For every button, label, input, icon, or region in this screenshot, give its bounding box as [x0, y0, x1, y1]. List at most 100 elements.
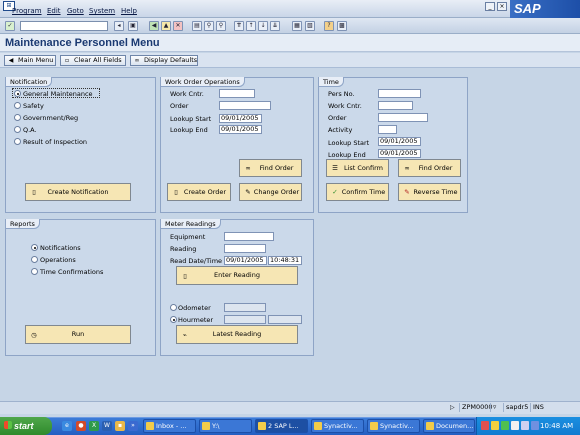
work-order-work-cntr-label: Work Cntr. — [170, 90, 204, 98]
reverse-time-label: Reverse Time — [413, 188, 458, 196]
work-order-work-cntr-field[interactable] — [219, 89, 255, 98]
save-icon[interactable]: ▣ — [128, 21, 138, 31]
task-synactive-1[interactable]: Synactiv... — [311, 419, 364, 433]
command-dropdown-icon[interactable]: ◂ — [114, 21, 124, 31]
reverse-time-button[interactable]: ✎ Reverse Time — [398, 183, 461, 201]
time-lookup-end-label: Lookup End — [328, 151, 366, 159]
time-lookup-end-field[interactable]: 09/01/2005 — [378, 149, 421, 158]
run-button[interactable]: ◷ Run — [25, 325, 131, 344]
word-icon[interactable]: W — [102, 421, 112, 431]
radio-operations[interactable] — [31, 256, 38, 263]
layout-icon[interactable]: ▩ — [337, 21, 347, 31]
task-inbox-label: Inbox - ... — [156, 422, 187, 430]
work-order-lookup-start-field[interactable]: 09/01/2005 — [219, 114, 262, 123]
label-time-confirmations: Time Confirmations — [40, 268, 104, 276]
tray-antivirus-icon[interactable] — [481, 421, 489, 430]
back-icon[interactable]: ◀ — [149, 21, 159, 31]
minimize-icon[interactable]: _ — [485, 2, 495, 11]
radio-notifications[interactable] — [31, 244, 38, 251]
work-order-lookup-end-field[interactable]: 09/01/2005 — [219, 125, 262, 134]
enter-reading-button[interactable]: ▯ Enter Reading — [176, 266, 298, 285]
menu-goto[interactable]: Goto — [67, 7, 84, 15]
label-general-maintenance: General Maintenance — [23, 90, 93, 98]
radio-odometer[interactable] — [170, 304, 177, 311]
command-field[interactable] — [20, 21, 108, 31]
print-icon[interactable]: ▤ — [192, 21, 202, 31]
reverse-icon: ✎ — [404, 188, 410, 196]
find-next-icon[interactable]: ⚲ — [216, 21, 226, 31]
status-arrow-icon[interactable]: ▷ — [450, 404, 455, 411]
page-title: Maintenance Personnel Menu — [5, 37, 160, 49]
reports-title: Reports — [6, 219, 40, 229]
excel-icon[interactable]: X — [89, 421, 99, 431]
enter-check-icon[interactable]: ✓ — [5, 21, 15, 31]
task-document[interactable]: Documen... — [423, 419, 475, 433]
enter-reading-label: Enter Reading — [214, 271, 260, 279]
create-order-button[interactable]: ▯ Create Order — [167, 183, 231, 201]
menu-edit[interactable]: Edit — [47, 7, 61, 15]
latest-reading-button[interactable]: ⌁ Latest Reading — [176, 325, 298, 344]
find-icon[interactable]: ⚲ — [204, 21, 214, 31]
equipment-field[interactable] — [224, 232, 274, 241]
list-confirm-button[interactable]: ☰ List Confirm — [326, 159, 389, 177]
time-activity-field[interactable] — [378, 125, 397, 134]
radio-general-maintenance[interactable] — [14, 90, 21, 97]
close-icon[interactable]: × — [497, 2, 507, 11]
exit-icon[interactable]: ▲ — [161, 21, 171, 31]
label-notifications: Notifications — [40, 244, 81, 252]
display-defaults-button[interactable]: ∞ Display Defaults — [130, 55, 198, 66]
reading-field[interactable] — [224, 244, 266, 253]
radio-time-confirmations[interactable] — [31, 268, 38, 275]
create-notification-button[interactable]: ▯ Create Notification — [25, 183, 131, 201]
next-page-icon[interactable]: ↓ — [258, 21, 268, 31]
work-order-find-order-button[interactable]: ∞ Find Order — [239, 159, 302, 177]
time-find-order-button[interactable]: ∞ Find Order — [398, 159, 461, 177]
tray-security-icon[interactable] — [501, 421, 509, 430]
show-desktop-icon[interactable]: » — [128, 421, 138, 431]
reading-label: Reading — [170, 245, 197, 253]
tray-volume-icon[interactable] — [521, 421, 529, 430]
tray-network-icon[interactable] — [491, 421, 499, 430]
create-session-icon[interactable]: ▦ — [292, 21, 302, 31]
tray-update-icon[interactable] — [531, 421, 539, 430]
time-lookup-start-field[interactable]: 09/01/2005 — [378, 137, 421, 146]
radio-government-reg[interactable] — [14, 114, 21, 121]
time-title: Time — [319, 77, 344, 87]
folder-icon[interactable]: ▪ — [115, 421, 125, 431]
odometer-field — [224, 303, 266, 312]
menu-program[interactable]: Program — [12, 7, 42, 15]
change-order-button[interactable]: ✎ Change Order — [239, 183, 302, 201]
task-inbox[interactable]: Inbox - ... — [143, 419, 196, 433]
confirm-time-button[interactable]: ✓ Confirm Time — [326, 183, 389, 201]
time-order-field[interactable] — [378, 113, 428, 122]
time-work-cntr-field[interactable] — [378, 101, 413, 110]
read-date-field[interactable]: 09/01/2005 — [224, 256, 267, 265]
help-icon[interactable]: ? — [324, 21, 334, 31]
latest-reading-label: Latest Reading — [212, 330, 262, 338]
radio-hourmeter[interactable] — [170, 316, 177, 323]
time-pers-no-field[interactable] — [378, 89, 421, 98]
cancel-icon[interactable]: ✕ — [173, 21, 183, 31]
clear-all-fields-button[interactable]: ▫ Clear All Fields — [60, 55, 126, 66]
last-page-icon[interactable]: ⇊ — [270, 21, 280, 31]
task-synactive-2[interactable]: Synactiv... — [367, 419, 420, 433]
ie-icon[interactable]: e — [62, 421, 72, 431]
first-page-icon[interactable]: ⇈ — [234, 21, 244, 31]
radio-result-of-inspection[interactable] — [14, 138, 21, 145]
synactive-icon — [370, 422, 378, 430]
menu-system[interactable]: System — [89, 7, 115, 15]
shortcut-icon[interactable]: ▧ — [305, 21, 315, 31]
task-y-drive[interactable]: Y:\ — [199, 419, 252, 433]
tray-printer-icon[interactable] — [511, 421, 519, 430]
previous-page-icon[interactable]: ↑ — [246, 21, 256, 31]
hourmeter-label: Hourmeter — [178, 316, 214, 324]
main-menu-button[interactable]: ◀ Main Menu — [4, 55, 56, 66]
work-order-order-field[interactable] — [219, 101, 271, 110]
radio-safety[interactable] — [14, 102, 21, 109]
quicklaunch-icon[interactable]: ● — [76, 421, 86, 431]
task-sap[interactable]: 2 SAP L... — [255, 419, 308, 433]
status-spacer-icon[interactable]: ▿ — [490, 403, 502, 412]
radio-qa[interactable] — [14, 126, 21, 133]
read-time-field[interactable]: 10:48:31 — [268, 256, 302, 265]
menu-help[interactable]: Help — [121, 7, 137, 15]
